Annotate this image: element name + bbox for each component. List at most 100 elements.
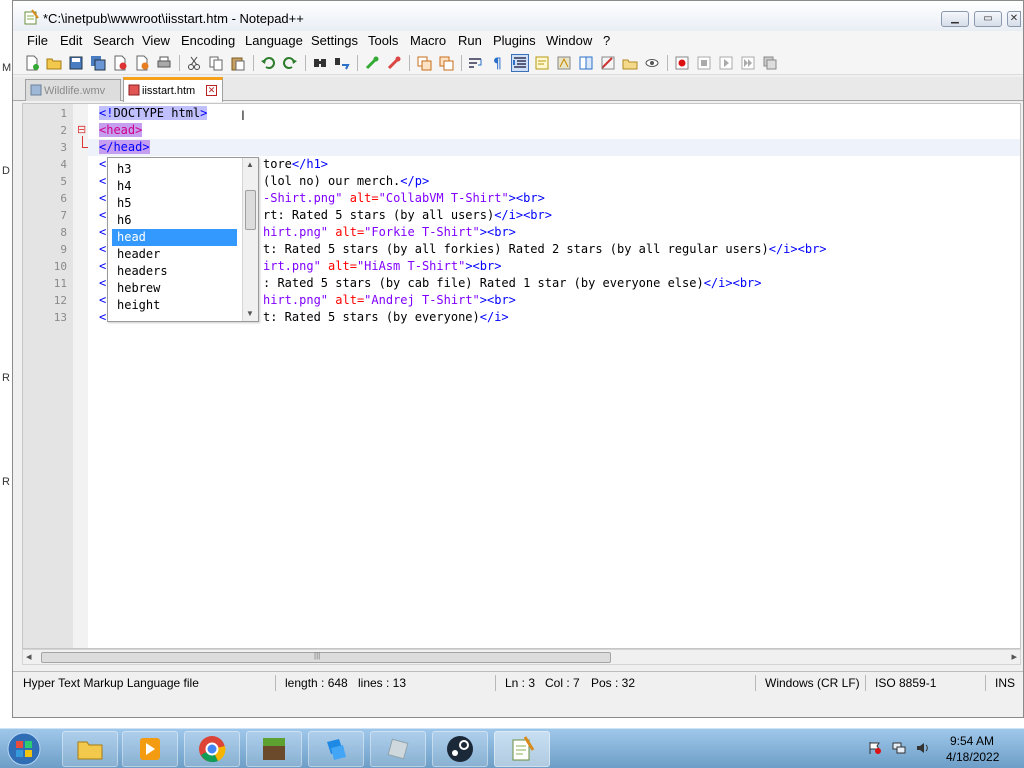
menu-window[interactable]: Window	[546, 33, 592, 48]
autocomplete-item[interactable]: height	[112, 297, 237, 314]
user-lang-icon[interactable]	[533, 54, 551, 72]
menu-language[interactable]: Language	[245, 33, 303, 48]
menu-tools[interactable]: Tools	[368, 33, 398, 48]
scroll-up-icon[interactable]: ▲	[246, 160, 254, 169]
fold-toggle-icon[interactable]: ⊟	[77, 124, 86, 136]
unsaved-file-icon	[128, 84, 140, 96]
close-all-icon[interactable]	[133, 54, 151, 72]
paste-icon[interactable]	[229, 54, 247, 72]
scroll-right-icon[interactable]: ▸	[1011, 650, 1017, 663]
tab-wildlife-wmv[interactable]: Wildlife.wmv	[25, 79, 121, 101]
autocomplete-item[interactable]: hebrew	[112, 280, 237, 297]
minecraft-icon	[263, 738, 285, 760]
horizontal-scroll-thumb[interactable]: |||	[41, 651, 611, 663]
scroll-left-icon[interactable]: ◂	[26, 650, 32, 663]
zoom-out-icon[interactable]	[385, 54, 403, 72]
record-macro-icon[interactable]	[673, 54, 691, 72]
save-icon[interactable]	[67, 54, 85, 72]
volume-icon[interactable]	[916, 741, 930, 755]
autocomplete-item[interactable]: h3	[112, 161, 237, 178]
title-bar[interactable]: *C:\inetpub\wwwroot\iisstart.htm - Notep…	[13, 1, 1023, 31]
autocomplete-item[interactable]: h5	[112, 195, 237, 212]
code-line-2: <head>	[99, 123, 143, 137]
copy-icon[interactable]	[207, 54, 225, 72]
taskbar-explorer[interactable]	[62, 731, 118, 767]
find-icon[interactable]	[311, 54, 329, 72]
close-icon[interactable]	[111, 54, 129, 72]
menu-edit[interactable]: Edit	[60, 33, 82, 48]
horizontal-scrollbar[interactable]: ◂ ||| ▸	[22, 649, 1021, 665]
sync-horizontal-icon[interactable]	[437, 54, 455, 72]
new-file-icon[interactable]	[23, 54, 41, 72]
code-line-7-tail: rt: Rated 5 stars (by all users)</i><br>	[263, 208, 552, 222]
taskbar-roblox[interactable]	[370, 731, 426, 767]
autocomplete-scroll-thumb[interactable]	[245, 190, 256, 230]
line-number: 7	[60, 209, 67, 222]
word-wrap-icon[interactable]	[467, 54, 485, 72]
doc-map-icon[interactable]	[555, 54, 573, 72]
autocomplete-item[interactable]: h4	[112, 178, 237, 195]
status-eol[interactable]: Windows (CR LF)	[765, 676, 860, 690]
status-encoding[interactable]: ISO 8859-1	[875, 676, 936, 690]
folder-workspace-icon[interactable]	[599, 54, 617, 72]
undo-icon[interactable]	[259, 54, 277, 72]
scroll-down-icon[interactable]: ▼	[246, 309, 254, 318]
open-file-icon[interactable]	[45, 54, 63, 72]
close-tab-icon[interactable]: ✕	[206, 85, 217, 96]
taskbar-minecraft[interactable]	[246, 731, 302, 767]
menu-encoding[interactable]: Encoding	[181, 33, 235, 48]
menu-file[interactable]: File	[27, 33, 48, 48]
sync-vertical-icon[interactable]	[415, 54, 433, 72]
redo-icon[interactable]	[281, 54, 299, 72]
menu-run[interactable]: Run	[458, 33, 482, 48]
clock-date[interactable]: 4/18/2022	[946, 750, 999, 764]
maximize-button[interactable]: ▭	[974, 11, 1002, 27]
taskbar-roblox-studio[interactable]	[308, 731, 364, 767]
play-macro-icon[interactable]	[717, 54, 735, 72]
tab-iisstart-htm[interactable]: iisstart.htm ✕	[123, 77, 223, 102]
close-button[interactable]: ✕	[1007, 11, 1021, 27]
status-bar: Hyper Text Markup Language file length :…	[13, 671, 1023, 693]
menu-plugins[interactable]: Plugins	[493, 33, 536, 48]
monitor-icon[interactable]	[643, 54, 661, 72]
line-number: 10	[53, 260, 67, 273]
print-icon[interactable]	[155, 54, 173, 72]
show-all-chars-icon[interactable]: ¶	[489, 54, 507, 72]
taskbar-notepad-plus-plus[interactable]	[494, 731, 550, 767]
line-number: 13	[53, 311, 67, 324]
autocomplete-item[interactable]: headers	[112, 263, 237, 280]
taskbar-chrome[interactable]	[184, 731, 240, 767]
network-icon[interactable]	[892, 741, 906, 755]
cut-icon[interactable]	[185, 54, 203, 72]
action-center-flag-icon[interactable]	[868, 741, 882, 755]
status-separator	[865, 675, 866, 691]
menu-macro[interactable]: Macro	[410, 33, 446, 48]
code-editor[interactable]: 1 2 3 4 5 6 7 8 9 10 11 12 13 ⊟ <!DOCTYP…	[22, 103, 1021, 649]
run-macro-icon[interactable]	[739, 54, 757, 72]
menu-view[interactable]: View	[142, 33, 170, 48]
taskbar-media-player[interactable]	[122, 731, 178, 767]
folder-as-workspace-icon[interactable]	[621, 54, 639, 72]
clock-time[interactable]: 9:54 AM	[950, 734, 994, 748]
zoom-in-icon[interactable]	[363, 54, 381, 72]
function-list-icon[interactable]	[577, 54, 595, 72]
autocomplete-scrollbar[interactable]: ▲ ▼	[242, 158, 258, 321]
stop-record-icon[interactable]	[695, 54, 713, 72]
save-macro-icon[interactable]	[761, 54, 779, 72]
menu-settings[interactable]: Settings	[311, 33, 358, 48]
menu-help[interactable]: ?	[603, 33, 610, 48]
status-separator	[985, 675, 986, 691]
status-insert-mode[interactable]: INS	[995, 676, 1015, 690]
minimize-button[interactable]: ▁	[941, 11, 969, 27]
taskbar-steam[interactable]	[432, 731, 488, 767]
save-all-icon[interactable]	[89, 54, 107, 72]
autocomplete-item[interactable]: h6	[112, 212, 237, 229]
indent-guide-icon[interactable]	[511, 54, 529, 72]
windows-start-icon[interactable]	[6, 732, 42, 766]
autocomplete-item[interactable]: header	[112, 246, 237, 263]
line-number: 5	[60, 175, 67, 188]
code-line-7: <	[99, 208, 107, 222]
replace-icon[interactable]	[333, 54, 351, 72]
autocomplete-item-selected[interactable]: head	[112, 229, 237, 246]
menu-search[interactable]: Search	[93, 33, 134, 48]
